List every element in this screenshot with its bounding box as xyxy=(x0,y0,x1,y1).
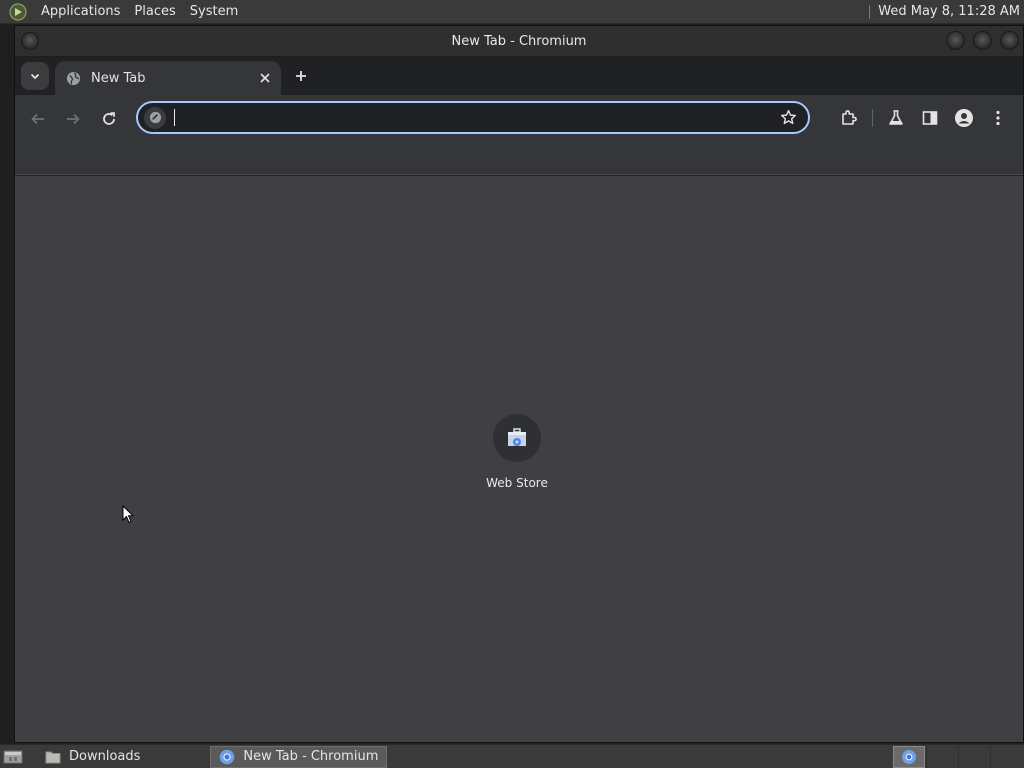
web-store-icon xyxy=(508,428,526,446)
workspace-4[interactable] xyxy=(990,746,1022,768)
bookmark-star-button[interactable] xyxy=(774,104,802,132)
forward-button[interactable] xyxy=(56,102,90,136)
chromium-icon xyxy=(902,750,916,764)
globe-icon xyxy=(65,70,81,86)
workspace-3[interactable] xyxy=(958,746,990,768)
shortcut-label: Web Store xyxy=(486,476,548,490)
back-button[interactable] xyxy=(21,102,55,136)
labs-button[interactable] xyxy=(879,101,913,135)
close-tab-button[interactable] xyxy=(255,68,275,88)
side-panel-button[interactable] xyxy=(913,101,947,135)
chrome-menu-button[interactable] xyxy=(981,101,1015,135)
window-menu-button[interactable] xyxy=(21,32,39,50)
bookmarks-bar xyxy=(15,142,1023,175)
chromium-icon xyxy=(219,749,235,765)
panel-separator xyxy=(869,4,871,19)
menu-icon xyxy=(996,110,1000,126)
tab-search-button[interactable] xyxy=(21,62,49,90)
folder-icon xyxy=(45,749,61,765)
reload-icon xyxy=(103,111,115,125)
window-titlebar[interactable]: New Tab - Chromium xyxy=(15,26,1023,57)
mouse-pointer-icon xyxy=(122,504,135,528)
labs-icon xyxy=(889,110,903,125)
omnibox[interactable] xyxy=(136,101,810,134)
new-tab-page: Web Store xyxy=(15,176,1023,742)
taskbar-item-downloads[interactable]: Downloads xyxy=(37,746,148,768)
system-menu[interactable]: System xyxy=(183,4,245,19)
bottom-panel: Downloads New Tab - Chromium xyxy=(0,744,1024,768)
chevron-down-icon xyxy=(30,73,40,80)
distro-logo-icon[interactable] xyxy=(8,2,28,22)
shortcut-web-store[interactable]: Web Store xyxy=(477,414,557,490)
close-window-button[interactable] xyxy=(1000,31,1019,50)
search-engine-icon xyxy=(149,111,161,124)
new-tab-button[interactable] xyxy=(287,62,315,90)
browser-window: New Tab - Chromium New Tab Web Store xyxy=(14,25,1024,743)
maximize-button[interactable] xyxy=(973,31,992,50)
extensions-button[interactable] xyxy=(832,101,866,135)
side-panel-icon xyxy=(922,111,938,125)
close-icon xyxy=(260,73,270,83)
top-panel: Applications Places System Wed May 8, 11… xyxy=(0,0,1024,24)
tab-strip: New Tab xyxy=(15,57,1023,95)
text-cursor xyxy=(174,109,175,126)
forward-icon xyxy=(67,113,80,124)
taskbar-item-chromium[interactable]: New Tab - Chromium xyxy=(210,745,388,768)
workspace-2[interactable] xyxy=(926,746,958,768)
tab-new-tab[interactable]: New Tab xyxy=(55,61,281,95)
profile-icon xyxy=(955,109,973,127)
places-menu[interactable]: Places xyxy=(127,4,182,19)
site-info-chip[interactable] xyxy=(144,106,166,129)
show-desktop-button[interactable] xyxy=(1,746,25,768)
star-icon xyxy=(780,109,796,125)
clock[interactable]: Wed May 8, 11:28 AM xyxy=(878,4,1020,19)
applications-menu[interactable]: Applications xyxy=(34,4,127,19)
workspace-1[interactable] xyxy=(893,746,925,768)
reload-button[interactable] xyxy=(92,102,126,136)
desktop-icon xyxy=(3,750,23,763)
address-input[interactable] xyxy=(174,109,774,126)
window-title: New Tab - Chromium xyxy=(451,33,587,49)
shortcut-tile[interactable] xyxy=(493,414,541,462)
desktop: Applications Places System Wed May 8, 11… xyxy=(0,0,1024,768)
minimize-button[interactable] xyxy=(946,31,965,50)
back-icon xyxy=(31,113,44,124)
toolbar xyxy=(15,95,1023,142)
profile-button[interactable] xyxy=(947,101,981,135)
taskbar-item-label: Downloads xyxy=(69,749,141,764)
plus-icon xyxy=(296,71,306,81)
taskbar-item-label: New Tab - Chromium xyxy=(243,749,379,764)
tab-title: New Tab xyxy=(91,70,146,86)
extensions-icon xyxy=(842,110,857,125)
